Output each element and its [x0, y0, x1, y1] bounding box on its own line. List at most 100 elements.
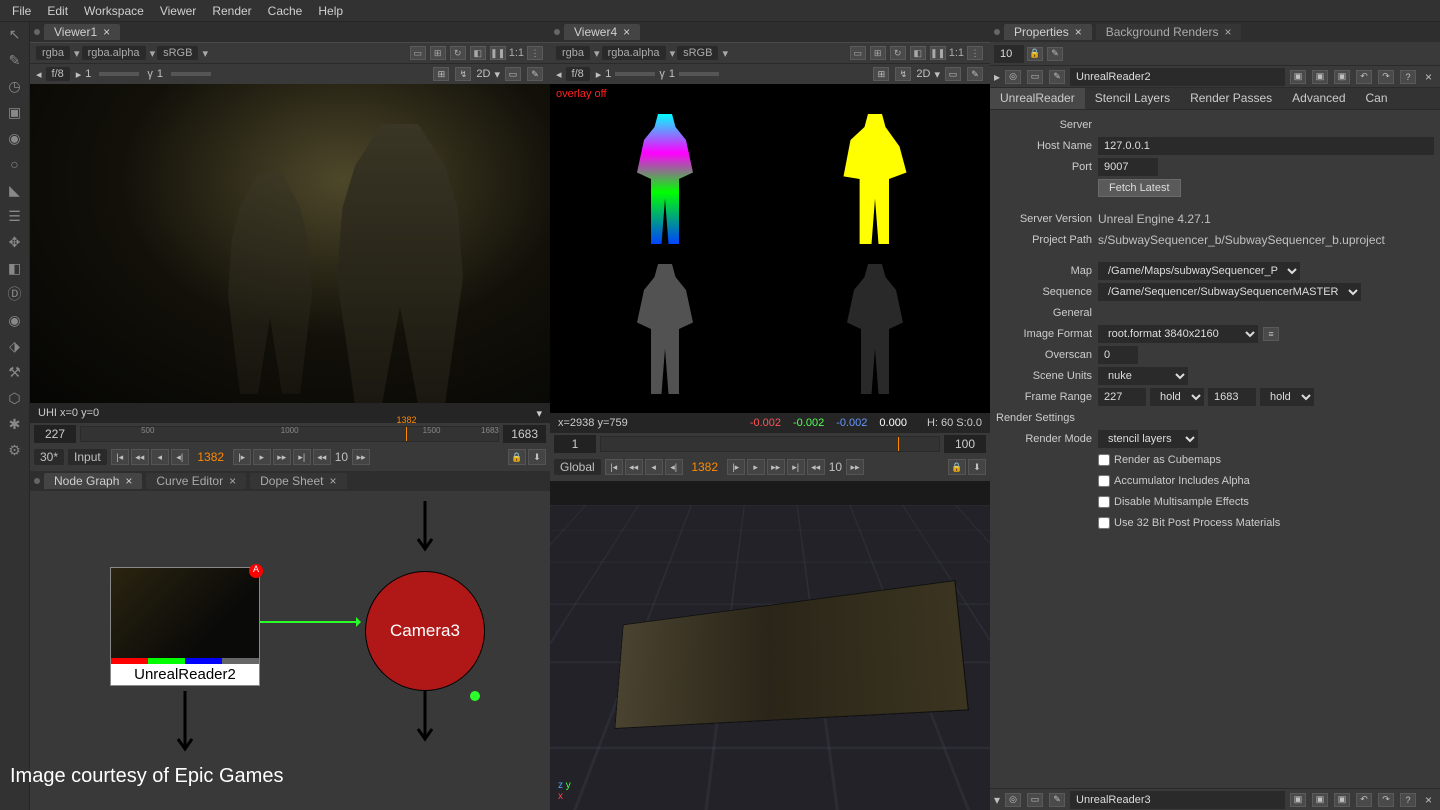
a-icon[interactable]: ▣: [1290, 70, 1306, 84]
script-icon[interactable]: ✎: [967, 67, 983, 81]
max-panels-input[interactable]: [994, 45, 1024, 63]
close-icon[interactable]: ×: [229, 474, 236, 488]
close-icon[interactable]: ×: [330, 474, 337, 488]
ptab-passes[interactable]: Render Passes: [1180, 88, 1282, 109]
close-icon[interactable]: ×: [103, 25, 110, 39]
float-icon[interactable]: ▭: [1027, 70, 1043, 84]
fstop-input[interactable]: f/8: [566, 67, 590, 81]
tab-dope-sheet[interactable]: Dope Sheet×: [250, 473, 346, 489]
play-back-icon[interactable]: ◂: [645, 459, 663, 475]
roi-icon[interactable]: ▭: [945, 67, 961, 81]
menu-workspace[interactable]: Workspace: [76, 4, 152, 18]
skip-back-icon[interactable]: ◂◂: [313, 449, 331, 465]
menu-cache[interactable]: Cache: [260, 4, 311, 18]
circle-icon[interactable]: ○: [7, 156, 23, 172]
clock-icon[interactable]: ◷: [7, 78, 23, 94]
ptab-can[interactable]: Can: [1356, 88, 1398, 109]
tab-viewer1[interactable]: Viewer1×: [44, 24, 120, 40]
redo-icon[interactable]: ↷: [1378, 70, 1394, 84]
note-icon[interactable]: ✎: [1049, 793, 1065, 807]
undo-icon[interactable]: ↶: [1356, 793, 1372, 807]
close-icon[interactable]: ×: [623, 25, 630, 39]
layer-select[interactable]: rgba.alpha: [602, 46, 666, 60]
32bit-checkbox[interactable]: [1098, 517, 1110, 529]
goto-start-icon[interactable]: |◂: [605, 459, 623, 475]
port-input[interactable]: [1098, 158, 1158, 176]
menu-render[interactable]: Render: [204, 4, 259, 18]
ptab-unrealreader[interactable]: UnrealReader: [990, 88, 1085, 109]
playhead[interactable]: [406, 427, 407, 441]
play-back-icon[interactable]: ◂: [151, 449, 169, 465]
proxy-icon[interactable]: ◧: [910, 46, 926, 60]
roi-icon[interactable]: ▭: [505, 67, 521, 81]
menu-edit[interactable]: Edit: [39, 4, 76, 18]
refresh-icon[interactable]: ↻: [450, 46, 466, 60]
pencil-icon[interactable]: ✎: [7, 52, 23, 68]
goto-end-icon[interactable]: ▸|: [293, 449, 311, 465]
chevron-down-icon[interactable]: ▾: [994, 793, 1000, 807]
script-icon[interactable]: ✎: [527, 67, 543, 81]
download-icon[interactable]: ⬇: [968, 459, 986, 475]
grid-icon[interactable]: ⊞: [873, 67, 889, 81]
colorspace-select[interactable]: sRGB: [677, 46, 718, 60]
viewer4-canvas[interactable]: overlay off: [550, 84, 990, 413]
help-icon[interactable]: ?: [1400, 70, 1416, 84]
bbox-icon[interactable]: ⊞: [430, 46, 446, 60]
format-select[interactable]: root.format 3840x2160: [1098, 325, 1258, 343]
pause-icon[interactable]: ❚❚: [930, 46, 946, 60]
gain-slider[interactable]: [615, 72, 655, 76]
zoom-level[interactable]: 1:1: [509, 47, 524, 59]
options-icon[interactable]: ⋮: [527, 46, 543, 60]
next-key-icon[interactable]: ▸▸: [273, 449, 291, 465]
play-fwd-icon[interactable]: ▸: [253, 449, 271, 465]
clip-icon[interactable]: ▭: [850, 46, 866, 60]
multisample-checkbox[interactable]: [1098, 496, 1110, 508]
channel-select[interactable]: rgba: [556, 46, 590, 60]
footer-node-name[interactable]: [1070, 791, 1285, 809]
skip-back-icon[interactable]: ◂◂: [807, 459, 825, 475]
close-icon[interactable]: ×: [1075, 25, 1082, 39]
cube-icon[interactable]: ◧: [7, 260, 23, 276]
wrench-icon[interactable]: ⚒: [7, 364, 23, 380]
step-back-icon[interactable]: ◂|: [665, 459, 683, 475]
goto-start-icon[interactable]: |◂: [111, 449, 129, 465]
clip-icon[interactable]: ▭: [410, 46, 426, 60]
overscan-input[interactable]: [1098, 346, 1138, 364]
frame-end[interactable]: 1683: [503, 425, 546, 443]
zoom-level[interactable]: 1:1: [949, 47, 964, 59]
pencil-icon[interactable]: ✎: [1047, 47, 1063, 61]
help-icon[interactable]: ?: [1400, 793, 1416, 807]
close-icon[interactable]: ×: [1421, 70, 1436, 84]
bbox-icon[interactable]: ⊞: [870, 46, 886, 60]
options-icon[interactable]: ⋮: [967, 46, 983, 60]
node-unrealreader2[interactable]: UnrealReader2 A: [110, 567, 260, 686]
close-icon[interactable]: ×: [1421, 793, 1436, 807]
view-mode[interactable]: 2D: [476, 68, 490, 80]
chevron-right-icon[interactable]: ▸: [596, 68, 602, 81]
gear-icon[interactable]: ⚙: [7, 442, 23, 458]
gain-slider[interactable]: [99, 72, 139, 76]
proxy-icon[interactable]: ◧: [470, 46, 486, 60]
lock-icon[interactable]: 🔒: [1027, 47, 1043, 61]
pause-icon[interactable]: ❚❚: [490, 46, 506, 60]
sphere-icon[interactable]: ◉: [7, 130, 23, 146]
skip-fwd-icon[interactable]: ▸▸: [352, 449, 370, 465]
tab-viewer4[interactable]: Viewer4×: [564, 24, 640, 40]
host-input[interactable]: [1098, 137, 1434, 155]
a-icon[interactable]: ▣: [1290, 793, 1306, 807]
float-icon[interactable]: ▭: [1027, 793, 1043, 807]
format-options-icon[interactable]: ≡: [1263, 327, 1279, 341]
angle-icon[interactable]: ◣: [7, 182, 23, 198]
frame-start[interactable]: 227: [34, 425, 76, 443]
tab-nodegraph[interactable]: Node Graph×: [44, 473, 142, 489]
range-end-input[interactable]: [1208, 388, 1256, 406]
current-frame[interactable]: 1382: [685, 460, 725, 474]
frame-start[interactable]: 1: [554, 435, 596, 453]
layout-dot-icon[interactable]: [34, 29, 40, 35]
input-select[interactable]: Input: [68, 449, 107, 465]
c-icon[interactable]: ▣: [1334, 70, 1350, 84]
b-icon[interactable]: ▣: [1312, 70, 1328, 84]
tab-curve-editor[interactable]: Curve Editor×: [146, 473, 246, 489]
fstop-input[interactable]: f/8: [46, 67, 70, 81]
tab-bg-renders[interactable]: Background Renders×: [1096, 24, 1242, 40]
